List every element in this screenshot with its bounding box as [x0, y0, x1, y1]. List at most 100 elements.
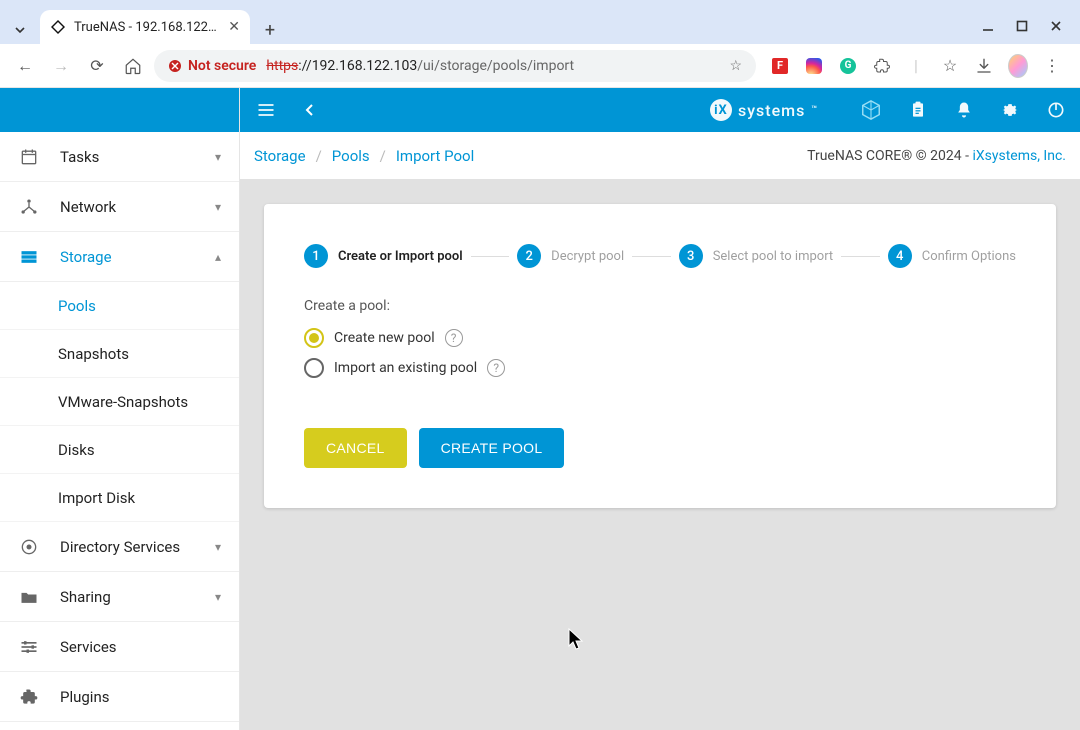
- breadcrumb-separator: /: [380, 147, 386, 165]
- sidebar-item-label: Plugins: [60, 688, 109, 706]
- app-header: iX systems™: [240, 88, 1080, 132]
- tabs-dropdown[interactable]: [6, 16, 34, 44]
- sidebar-item-plugins[interactable]: Plugins: [0, 672, 239, 722]
- radio-input[interactable]: [304, 328, 324, 348]
- sidebar-sub-import-disk[interactable]: Import Disk: [0, 474, 239, 522]
- sidebar-sub-vmware-snapshots[interactable]: VMware-Snapshots: [0, 378, 239, 426]
- not-secure-badge[interactable]: Not secure: [168, 58, 256, 74]
- ext-flipboard-icon[interactable]: F: [770, 56, 790, 76]
- breadcrumb-link[interactable]: Pools: [332, 147, 370, 165]
- step-label: Create or Import pool: [338, 249, 463, 264]
- step-number: 4: [888, 244, 912, 268]
- window-minimize-icon[interactable]: [980, 18, 996, 34]
- ext-grammarly-icon[interactable]: G: [838, 56, 858, 76]
- step-number: 2: [517, 244, 541, 268]
- logo-text: systems: [738, 101, 805, 120]
- sidebar-item-tasks[interactable]: Tasks ▾: [0, 132, 239, 182]
- nav-reload-icon[interactable]: ⟳: [82, 51, 112, 81]
- breadcrumb-bar: Storage / Pools / Import Pool TrueNAS CO…: [240, 132, 1080, 180]
- bookmark-star2-icon[interactable]: ☆: [940, 56, 960, 76]
- step-number: 1: [304, 244, 328, 268]
- step-4[interactable]: 4 Confirm Options: [888, 244, 1016, 268]
- step-2[interactable]: 2 Decrypt pool: [517, 244, 624, 268]
- sidebar: Tasks ▾ Network ▾ Storage ▴ Pools Snapsh…: [0, 88, 240, 730]
- nav-home-icon[interactable]: [118, 51, 148, 81]
- breadcrumb: Storage / Pools / Import Pool: [254, 147, 474, 165]
- step-1[interactable]: 1 Create or Import pool: [304, 244, 463, 268]
- step-3[interactable]: 3 Select pool to import: [679, 244, 833, 268]
- step-connector: [471, 256, 510, 257]
- truecommand-icon[interactable]: [860, 99, 882, 121]
- ixsystems-logo[interactable]: iX systems™: [710, 99, 818, 121]
- sidebar-item-label: Sharing: [60, 588, 111, 606]
- separator: |: [906, 56, 926, 76]
- tab-close-icon[interactable]: ✕: [228, 19, 240, 35]
- header-back-icon[interactable]: [298, 98, 322, 122]
- notifications-icon[interactable]: [954, 100, 974, 120]
- radio-input[interactable]: [304, 358, 324, 378]
- clipboard-icon[interactable]: [908, 100, 928, 120]
- ext-instagram-icon[interactable]: [804, 56, 824, 76]
- step-label: Select pool to import: [713, 249, 833, 264]
- create-pool-button[interactable]: CREATE POOL: [419, 428, 565, 468]
- download-icon[interactable]: [974, 56, 994, 76]
- sidebar-sub-disks[interactable]: Disks: [0, 426, 239, 474]
- browser-tab-strip: TrueNAS - 192.168.122… ✕ +: [0, 0, 1080, 44]
- extensions-icon[interactable]: [872, 56, 892, 76]
- chevron-down-icon: ▾: [215, 200, 221, 214]
- breadcrumb-link[interactable]: Import Pool: [396, 147, 474, 165]
- not-secure-label: Not secure: [188, 58, 256, 74]
- favicon-truenas-icon: [50, 19, 66, 35]
- storage-icon: [18, 247, 40, 267]
- sidebar-item-sharing[interactable]: Sharing ▾: [0, 572, 239, 622]
- address-bar[interactable]: Not secure https://192.168.122.103/ui/st…: [154, 50, 756, 82]
- stepper: 1 Create or Import pool 2 Decrypt pool 3…: [304, 244, 1016, 268]
- nav-forward-icon[interactable]: →: [46, 51, 76, 81]
- sidebar-item-label: Services: [60, 638, 117, 656]
- bookmark-star-icon[interactable]: ☆: [729, 58, 742, 74]
- tune-icon: [18, 637, 40, 657]
- nav-back-icon[interactable]: ←: [10, 51, 40, 81]
- extension-icon: [18, 687, 40, 707]
- calendar-icon: [18, 147, 40, 167]
- step-connector: [632, 256, 671, 257]
- cancel-button[interactable]: CANCEL: [304, 428, 407, 468]
- sidebar-item-label: Storage: [60, 248, 112, 266]
- browser-tab[interactable]: TrueNAS - 192.168.122… ✕: [40, 10, 250, 44]
- sidebar-item-label: Tasks: [60, 148, 99, 166]
- radio-label: Create new pool: [334, 330, 435, 346]
- radio-import-existing-pool[interactable]: Import an existing pool ?: [304, 358, 1016, 378]
- menu-toggle-icon[interactable]: [254, 98, 278, 122]
- help-icon[interactable]: ?: [445, 329, 463, 347]
- sidebar-item-directory-services[interactable]: Directory Services ▾: [0, 522, 239, 572]
- sidebar-sub-snapshots[interactable]: Snapshots: [0, 330, 239, 378]
- chevron-down-icon: ▾: [215, 540, 221, 554]
- help-icon[interactable]: ?: [487, 359, 505, 377]
- sidebar-item-storage[interactable]: Storage ▴: [0, 232, 239, 282]
- step-number: 3: [679, 244, 703, 268]
- kebab-menu-icon[interactable]: ⋮: [1042, 56, 1062, 76]
- tab-title: TrueNAS - 192.168.122…: [74, 20, 220, 35]
- folder-share-icon: [18, 587, 40, 607]
- power-icon[interactable]: [1046, 100, 1066, 120]
- chevron-up-icon: ▴: [215, 250, 221, 264]
- settings-gear-icon[interactable]: [1000, 100, 1020, 120]
- directory-icon: [18, 537, 40, 557]
- sidebar-item-network[interactable]: Network ▾: [0, 182, 239, 232]
- window-close-icon[interactable]: [1048, 18, 1064, 34]
- radio-create-new-pool[interactable]: Create new pool ?: [304, 328, 1016, 348]
- copyright-text: TrueNAS CORE® © 2024 - iXsystems, Inc.: [807, 148, 1066, 164]
- network-icon: [18, 197, 40, 217]
- logo-mark-icon: iX: [710, 99, 732, 121]
- breadcrumb-link[interactable]: Storage: [254, 147, 306, 165]
- window-controls: [980, 18, 1074, 44]
- new-tab-button[interactable]: +: [256, 16, 284, 44]
- ixsystems-link[interactable]: iXsystems, Inc.: [972, 148, 1066, 164]
- breadcrumb-separator: /: [316, 147, 322, 165]
- window-maximize-icon[interactable]: [1014, 18, 1030, 34]
- sidebar-item-services[interactable]: Services: [0, 622, 239, 672]
- browser-toolbar: ← → ⟳ Not secure https://192.168.122.103…: [0, 44, 1080, 88]
- profile-avatar-icon[interactable]: [1008, 56, 1028, 76]
- step-label: Confirm Options: [922, 249, 1016, 264]
- sidebar-sub-pools[interactable]: Pools: [0, 282, 239, 330]
